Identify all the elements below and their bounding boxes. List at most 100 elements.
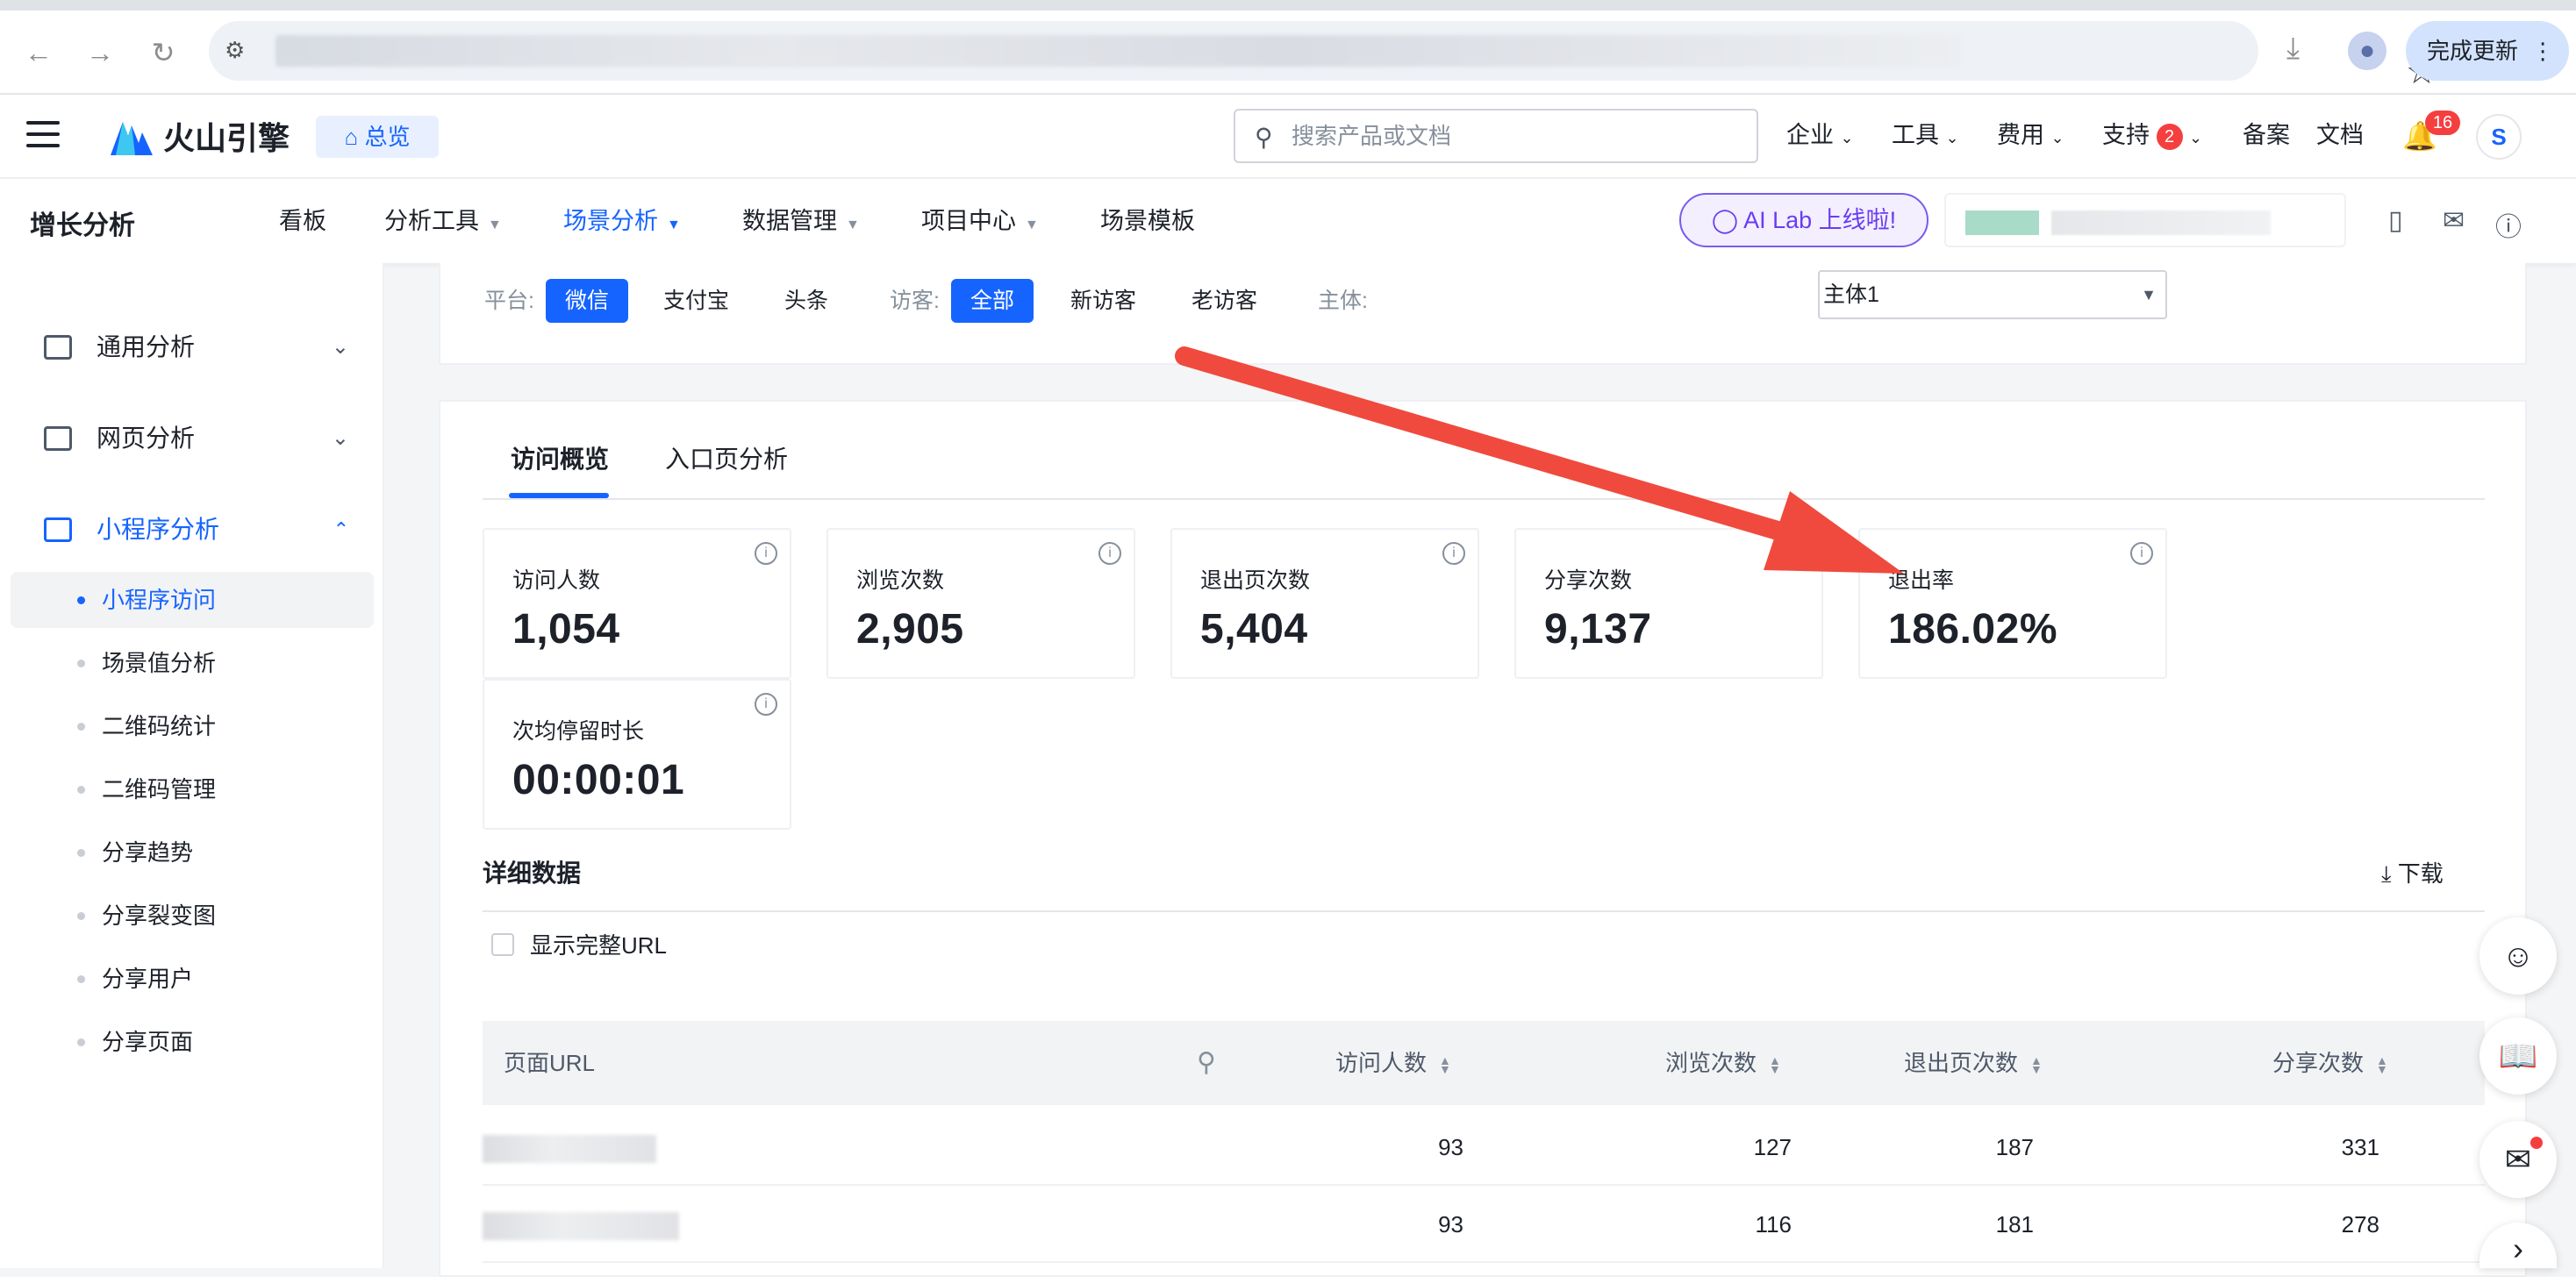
menu-icon[interactable] — [26, 121, 60, 147]
tab-entry-page[interactable]: 入口页分析 — [665, 442, 788, 477]
show-full-url-label: 显示完整URL — [530, 932, 668, 959]
book-icon[interactable]: 📖 — [2479, 1017, 2557, 1095]
table-row[interactable]: 93 127 187 331 — [483, 1109, 2485, 1186]
account-selector[interactable] — [1944, 193, 2346, 247]
mail-icon[interactable]: ✉ — [2443, 205, 2465, 236]
update-label: 完成更新 — [2427, 38, 2519, 64]
table-header: 页面URL ⚲ 访问人数 ▲ ▼ 浏览次数 ▲ ▼ 退出页次数 ▲ ▼ 分享次数 ▲ ▼ — [483, 1021, 2485, 1105]
profile-icon[interactable]: ● — [2348, 32, 2386, 70]
chevron-down-icon: ⌄ — [2050, 129, 2064, 146]
th-exit-pages[interactable]: 退出页次数 ▲ ▼ — [1904, 1021, 2043, 1105]
info-icon[interactable]: i — [1098, 542, 1121, 565]
sort-icon: ▲ ▼ — [1769, 1053, 1781, 1077]
platform-alipay[interactable]: 支付宝 — [644, 279, 748, 323]
info-icon[interactable]: i — [755, 693, 777, 716]
sidebar-group-miniapp[interactable]: 小程序分析 ⌃ — [0, 495, 384, 565]
nav-analysis-tools[interactable]: 分析工具 ▼ — [384, 205, 502, 241]
show-full-url-checkbox[interactable]: 显示完整URL — [491, 923, 667, 968]
nav-data-management[interactable]: 数据管理 ▼ — [742, 205, 860, 241]
ai-lab-icon: ◯ — [1711, 207, 1739, 233]
entity-select[interactable]: 主体1 ▼ — [1818, 270, 2167, 319]
browser-icon — [44, 426, 72, 451]
reload-icon[interactable]: ↻ — [146, 35, 181, 70]
customer-service-icon[interactable]: ☺ — [2479, 917, 2557, 995]
forward-icon[interactable]: → — [82, 35, 118, 70]
back-icon[interactable]: ← — [21, 35, 56, 70]
logo[interactable]: 火山引擎 — [109, 114, 290, 158]
filter-panel: 平台: 微信 支付宝 头条 访客: 全部 新访客 老访客 主体: 主体1 ▼ — [439, 263, 2527, 365]
download-icon[interactable]: ⤓ — [2286, 32, 2300, 66]
trend-icon — [44, 517, 72, 542]
info-icon[interactable]: i — [755, 542, 777, 565]
visitor-old[interactable]: 老访客 — [1172, 279, 1277, 323]
caret-down-icon: ▼ — [1025, 218, 1039, 232]
sidebar-group-general[interactable]: 通用分析 ⌄ — [0, 312, 384, 382]
platform-wechat[interactable]: 微信 — [546, 279, 629, 323]
info-icon[interactable]: i — [1442, 542, 1465, 565]
platform-toutiao[interactable]: 头条 — [765, 279, 848, 323]
tab-visit-overview[interactable]: 访问概览 — [511, 442, 609, 477]
sidebar-item-miniapp-visit[interactable]: 小程序访问 — [11, 572, 374, 628]
cell-visitors: 93 — [1438, 1134, 1463, 1160]
home-icon: ⌂ — [344, 124, 359, 150]
feedback-icon[interactable]: ✉ — [2479, 1121, 2557, 1198]
menu-filing[interactable]: 备案 — [2243, 118, 2290, 153]
avatar[interactable]: S — [2476, 114, 2522, 160]
menu-docs[interactable]: 文档 — [2316, 118, 2364, 153]
nav-scene-analysis[interactable]: 场景分析 ▼ — [563, 205, 681, 241]
th-shares[interactable]: 分享次数 ▲ ▼ — [2272, 1021, 2388, 1105]
menu-support[interactable]: 支持 2 ⌄ — [2102, 118, 2202, 155]
sidebar-item-scene-value[interactable]: 场景值分析 — [11, 635, 374, 691]
search-input[interactable] — [1292, 111, 1748, 161]
sidebar-item-qrcode-manage[interactable]: 二维码管理 — [11, 761, 374, 817]
tab-divider — [483, 498, 2485, 500]
blurred-url-cell — [483, 1135, 656, 1163]
platform-label: 平台: — [484, 289, 534, 313]
overview-button[interactable]: ⌂ 总览 — [316, 116, 439, 158]
site-settings-icon[interactable]: ⚙ — [225, 37, 245, 64]
th-visitors[interactable]: 访问人数 ▲ ▼ — [1335, 1021, 1451, 1105]
search-box[interactable]: ⚲ — [1234, 109, 1758, 163]
chevron-down-icon: ⌄ — [2189, 129, 2203, 146]
chevron-down-icon: ⌄ — [331, 335, 349, 359]
sidebar-group-web[interactable]: 网页分析 ⌄ — [0, 403, 384, 474]
tab-active-indicator — [509, 493, 609, 498]
sidebar-item-share-trend[interactable]: 分享趋势 — [11, 824, 374, 881]
caret-down-icon: ▼ — [488, 218, 502, 232]
mobile-icon[interactable]: ▯ — [2388, 205, 2403, 236]
info-icon[interactable]: i — [2130, 542, 2153, 565]
sidebar: 通用分析 ⌄ 网页分析 ⌄ 小程序分析 ⌃ 小程序访问 场景值分析 二维码统计 二维码… — [0, 263, 384, 1268]
nav-board[interactable]: 看板 — [279, 205, 326, 237]
visitor-all[interactable]: 全部 — [951, 279, 1034, 323]
cell-shares: 278 — [2341, 1211, 2379, 1238]
visitor-label: 访客: — [890, 289, 940, 313]
top-navigation: 火山引擎 ⌂ 总览 ⚲ 企业 ⌄ 工具 ⌄ 费用 ⌄ 支持 2 ⌄ 备案 文档 … — [0, 95, 2576, 179]
menu-tools[interactable]: 工具 ⌄ — [1892, 118, 1959, 155]
download-button[interactable]: ⤓ 下载 — [2381, 856, 2444, 888]
caret-down-icon: ▼ — [667, 218, 681, 232]
logo-text: 火山引擎 — [163, 120, 290, 156]
th-pageviews[interactable]: 浏览次数 ▲ ▼ — [1665, 1021, 1781, 1105]
sidebar-item-share-users[interactable]: 分享用户 — [11, 951, 374, 1007]
help-icon[interactable]: ⓘ — [2495, 205, 2522, 244]
nav-scene-template[interactable]: 场景模板 — [1100, 205, 1195, 237]
sidebar-item-share-fission[interactable]: 分享裂变图 — [11, 888, 374, 944]
detail-title: 详细数据 — [483, 860, 582, 887]
checkbox-icon[interactable] — [491, 933, 514, 957]
nav-project-center[interactable]: 项目中心 ▼ — [921, 205, 1039, 241]
menu-cost[interactable]: 费用 ⌄ — [1997, 118, 2064, 155]
caret-down-icon: ▼ — [2141, 286, 2157, 303]
search-icon[interactable]: ⚲ — [1197, 1021, 1216, 1105]
sort-icon: ▲ ▼ — [2376, 1053, 2388, 1077]
info-icon[interactable]: i — [1786, 542, 1809, 565]
sidebar-item-share-pages[interactable]: 分享页面 — [11, 1014, 374, 1070]
visitor-new[interactable]: 新访客 — [1051, 279, 1156, 323]
address-bar[interactable]: ⚙ ☆ — [209, 21, 2437, 91]
sidebar-item-qrcode-stats[interactable]: 二维码统计 — [11, 698, 374, 754]
entity-value: 主体1 — [1823, 282, 1879, 307]
search-icon: ⚲ — [1255, 124, 1273, 151]
menu-enterprise[interactable]: 企业 ⌄ — [1786, 118, 1854, 155]
ai-lab-button[interactable]: ◯ AI Lab 上线啦! — [1679, 193, 1928, 247]
table-row[interactable]: 93 116 181 278 — [483, 1186, 2485, 1263]
update-button[interactable]: 完成更新 ⋮ — [2406, 21, 2569, 81]
